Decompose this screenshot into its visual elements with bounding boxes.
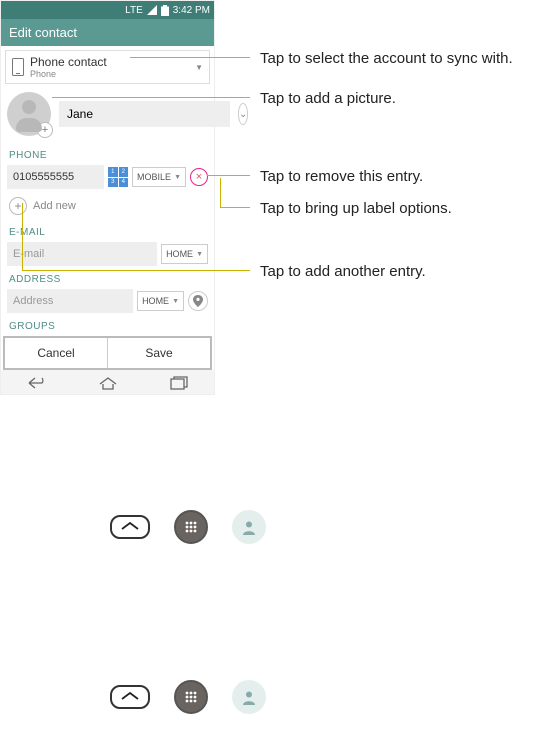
contact-avatar[interactable]: + bbox=[7, 92, 51, 136]
callout-account: Tap to select the account to sync with. bbox=[260, 50, 513, 67]
address-input[interactable] bbox=[7, 289, 133, 313]
callout-addnew: Tap to add another entry. bbox=[260, 263, 426, 280]
name-input[interactable] bbox=[59, 101, 230, 127]
phone-input[interactable] bbox=[7, 165, 104, 189]
phone-type-label: MOBILE bbox=[137, 172, 171, 182]
home-icon[interactable] bbox=[98, 376, 118, 390]
add-new-button[interactable]: + bbox=[9, 197, 27, 215]
nav-bar bbox=[1, 370, 214, 394]
close-icon: × bbox=[196, 171, 202, 183]
section-label-email: E-MAIL bbox=[1, 221, 214, 240]
email-input[interactable] bbox=[7, 242, 157, 266]
account-main-label: Phone contact bbox=[30, 55, 189, 69]
phone-outline-icon bbox=[12, 58, 24, 76]
add-new-label: Add new bbox=[33, 200, 76, 212]
callout-remove: Tap to remove this entry. bbox=[260, 168, 423, 185]
chevron-down-icon: ⌄ bbox=[239, 109, 247, 120]
phone-mockup: LTE 3:42 PM Edit contact Phone contact P… bbox=[0, 0, 215, 395]
battery-icon bbox=[161, 5, 169, 16]
email-type-select[interactable]: HOME ▼ bbox=[161, 244, 208, 264]
signal-icon bbox=[147, 5, 157, 15]
clock-label: 3:42 PM bbox=[173, 5, 210, 16]
expand-name-button[interactable]: ⌄ bbox=[238, 103, 248, 125]
section-label-groups: GROUPS bbox=[1, 315, 214, 332]
apps-disc-icon bbox=[174, 510, 208, 544]
network-label: LTE bbox=[125, 5, 143, 16]
caret-down-icon: ▼ bbox=[195, 63, 203, 72]
person-disc-icon bbox=[232, 510, 266, 544]
status-bar: LTE 3:42 PM bbox=[1, 1, 214, 19]
caret-down-icon: ▼ bbox=[172, 298, 179, 305]
apps-disc-icon bbox=[174, 680, 208, 714]
account-sub-label: Phone bbox=[30, 69, 189, 79]
map-pin-icon bbox=[193, 295, 203, 307]
screen-title: Edit contact bbox=[1, 19, 214, 46]
add-photo-icon[interactable]: + bbox=[37, 122, 53, 138]
caret-down-icon: ▼ bbox=[196, 251, 203, 258]
dialpad-icon[interactable]: 1234 bbox=[108, 167, 128, 187]
save-button[interactable]: Save bbox=[107, 338, 210, 368]
location-button[interactable] bbox=[188, 291, 208, 311]
leader-line bbox=[220, 178, 221, 208]
caret-down-icon: ▼ bbox=[174, 174, 181, 181]
address-type-select[interactable]: HOME ▼ bbox=[137, 291, 184, 311]
back-icon[interactable] bbox=[27, 377, 47, 389]
leader-line bbox=[220, 207, 250, 208]
section-label-address: ADDRESS bbox=[1, 268, 214, 287]
remove-entry-button[interactable]: × bbox=[190, 168, 208, 186]
person-disc-icon bbox=[232, 680, 266, 714]
action-button-bar: Cancel Save bbox=[3, 336, 212, 370]
icon-strip-2 bbox=[110, 680, 266, 714]
cancel-button[interactable]: Cancel bbox=[5, 338, 107, 368]
address-type-label: HOME bbox=[142, 296, 169, 306]
recent-icon[interactable] bbox=[170, 376, 188, 390]
email-type-label: HOME bbox=[166, 249, 193, 259]
icon-strip-1 bbox=[110, 510, 266, 544]
callout-picture: Tap to add a picture. bbox=[260, 90, 396, 107]
home-pill-icon bbox=[110, 685, 150, 709]
account-selector[interactable]: Phone contact Phone ▼ bbox=[5, 50, 210, 84]
plus-icon: + bbox=[14, 199, 21, 213]
phone-type-select[interactable]: MOBILE ▼ bbox=[132, 167, 186, 187]
callout-label: Tap to bring up label options. bbox=[260, 200, 452, 217]
home-pill-icon bbox=[110, 515, 150, 539]
section-label-phone: PHONE bbox=[1, 144, 214, 163]
